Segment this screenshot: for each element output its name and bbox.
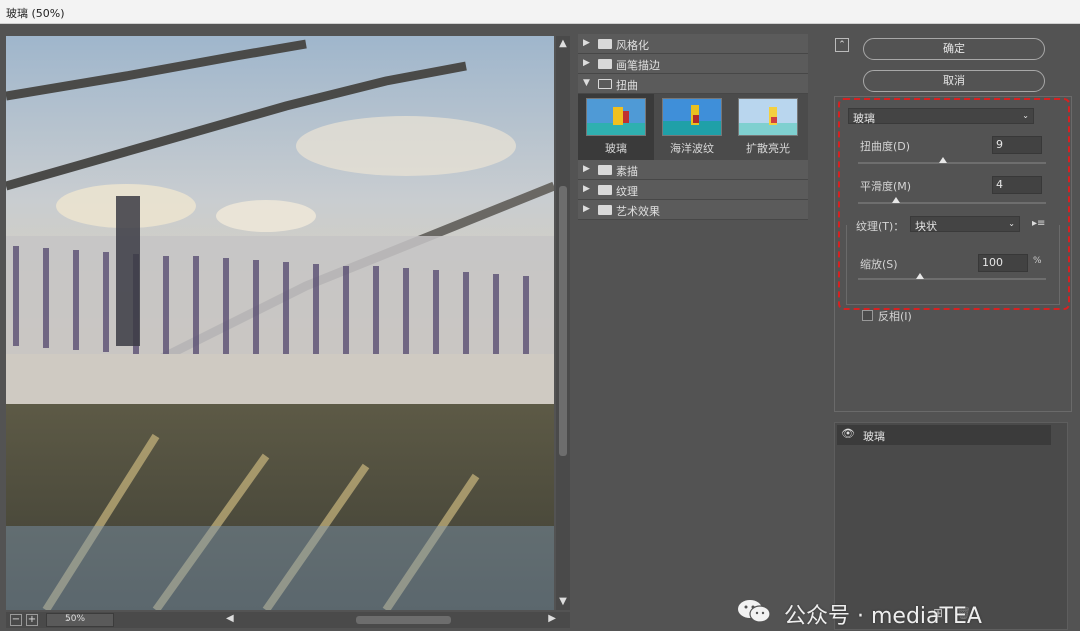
settings-panel: ⌃ 确定 取消 玻璃 ⌄ 扭曲度(D) 9 平滑度(M) 4 纹理(T)： 块状… (826, 32, 1080, 630)
filter-gallery: ▶ 风格化 ▶ 画笔描边 ▼ 扭曲 玻璃 海洋波纹 扩散亮光 ▶ 素描 ▶ 纹理… (576, 32, 810, 622)
thumb-image (586, 98, 646, 136)
texture-label: 纹理(T)： (856, 220, 905, 233)
scroll-right-arrow-icon[interactable]: ▶ (548, 613, 556, 624)
texture-menu-icon[interactable]: ▸≡ (1032, 218, 1045, 229)
zoom-in-button[interactable]: + (26, 614, 38, 626)
thumb-label: 玻璃 (605, 142, 627, 155)
zoom-out-button[interactable]: − (10, 614, 22, 626)
filter-select[interactable]: 玻璃 ⌄ (848, 108, 1034, 125)
texture-select-value: 块状 (915, 220, 937, 233)
preview-horizontal-scrollbar[interactable]: ◀ ▶ (226, 613, 556, 627)
folder-icon (598, 205, 612, 215)
preview-bottom-bar: − + 50% ⌄ ◀ ▶ (6, 612, 570, 628)
filter-gallery-dialog: ▲ ▼ − + 50% ⌄ ◀ ▶ ▶ 风格化 ▶ 画笔描边 ▼ 扭曲 玻璃 海… (0, 24, 1080, 631)
cancel-button[interactable]: 取消 (863, 70, 1045, 92)
filter-thumb-ocean-ripple[interactable]: 海洋波纹 (654, 94, 730, 160)
distortion-label: 扭曲度(D) (860, 140, 911, 153)
category-label: 艺术效果 (616, 205, 660, 218)
filter-thumb-glass[interactable]: 玻璃 (578, 94, 654, 160)
invert-checkbox[interactable] (862, 310, 873, 321)
vertical-scroll-thumb[interactable] (559, 186, 567, 456)
distortion-input[interactable]: 9 (992, 136, 1042, 154)
scaling-unit: % (1033, 256, 1042, 266)
smoothness-slider[interactable] (858, 197, 1046, 204)
folder-icon (598, 59, 612, 69)
thumb-label: 海洋波纹 (670, 142, 714, 155)
category-label: 扭曲 (616, 79, 638, 92)
category-stylize[interactable]: ▶ 风格化 (578, 34, 808, 54)
effect-layer-row[interactable]: 👁 玻璃 (837, 425, 1051, 445)
collapse-gallery-icon[interactable]: ⌃ (835, 38, 849, 52)
expand-triangle-icon: ▶ (583, 204, 590, 214)
category-artistic[interactable]: ▶ 艺术效果 (578, 200, 808, 220)
window-title: 玻璃 (50%) (6, 7, 65, 20)
smoothness-label: 平滑度(M) (860, 180, 912, 193)
filter-thumbnails: 玻璃 海洋波纹 扩散亮光 (578, 94, 808, 160)
expand-triangle-icon: ▶ (583, 164, 590, 174)
ok-button[interactable]: 确定 (863, 38, 1045, 60)
filter-select-value: 玻璃 (853, 112, 875, 125)
scaling-slider-handle[interactable] (916, 273, 925, 279)
expand-triangle-icon: ▶ (583, 38, 590, 48)
category-distort[interactable]: ▼ 扭曲 (578, 74, 808, 94)
scaling-label: 缩放(S) (860, 258, 898, 271)
collapse-triangle-icon: ▼ (583, 78, 590, 88)
expand-triangle-icon: ▶ (583, 184, 590, 194)
title-bar: 玻璃 (50%) (0, 0, 1080, 24)
thumb-image (738, 98, 798, 136)
scaling-input[interactable]: 100 (978, 254, 1028, 272)
scroll-down-arrow-icon[interactable]: ▼ (557, 596, 569, 608)
distortion-slider[interactable] (858, 157, 1046, 164)
wechat-logo-icon (738, 600, 771, 623)
scaling-slider[interactable] (858, 273, 1046, 280)
expand-triangle-icon: ▶ (583, 58, 590, 68)
preview-image[interactable] (6, 36, 554, 610)
preview-vertical-scrollbar[interactable]: ▲ ▼ (556, 36, 570, 610)
thumb-label: 扩散亮光 (746, 142, 790, 155)
category-sketch[interactable]: ▶ 素描 (578, 160, 808, 180)
effect-layer-name: 玻璃 (863, 430, 885, 443)
preview-artwork (6, 36, 554, 610)
category-label: 素描 (616, 165, 638, 178)
scroll-up-arrow-icon[interactable]: ▲ (557, 38, 569, 50)
chevron-down-icon: ⌄ (65, 614, 72, 623)
distortion-slider-handle[interactable] (938, 157, 947, 163)
category-label: 画笔描边 (616, 59, 660, 72)
open-folder-icon (598, 79, 612, 89)
category-label: 风格化 (616, 39, 649, 52)
zoom-select[interactable]: 50% ⌄ (46, 613, 114, 627)
category-brush-strokes[interactable]: ▶ 画笔描边 (578, 54, 808, 74)
category-texture[interactable]: ▶ 纹理 (578, 180, 808, 200)
smoothness-input[interactable]: 4 (992, 176, 1042, 194)
invert-label: 反相(I) (878, 310, 912, 323)
eye-icon[interactable]: 👁 (839, 427, 857, 443)
chevron-down-icon: ⌄ (1022, 111, 1029, 120)
smoothness-slider-handle[interactable] (891, 197, 900, 203)
horizontal-scroll-thumb[interactable] (356, 616, 451, 624)
folder-icon (598, 39, 612, 49)
thumb-image (662, 98, 722, 136)
folder-icon (598, 165, 612, 175)
scroll-left-arrow-icon[interactable]: ◀ (226, 613, 234, 624)
chevron-down-icon: ⌄ (1008, 219, 1015, 228)
watermark-text: 公众号 · mediaTEA (784, 604, 982, 629)
filter-thumb-diffuse-glow[interactable]: 扩散亮光 (730, 94, 806, 160)
texture-select[interactable]: 块状 ⌄ (910, 216, 1020, 233)
category-label: 纹理 (616, 185, 638, 198)
folder-icon (598, 185, 612, 195)
